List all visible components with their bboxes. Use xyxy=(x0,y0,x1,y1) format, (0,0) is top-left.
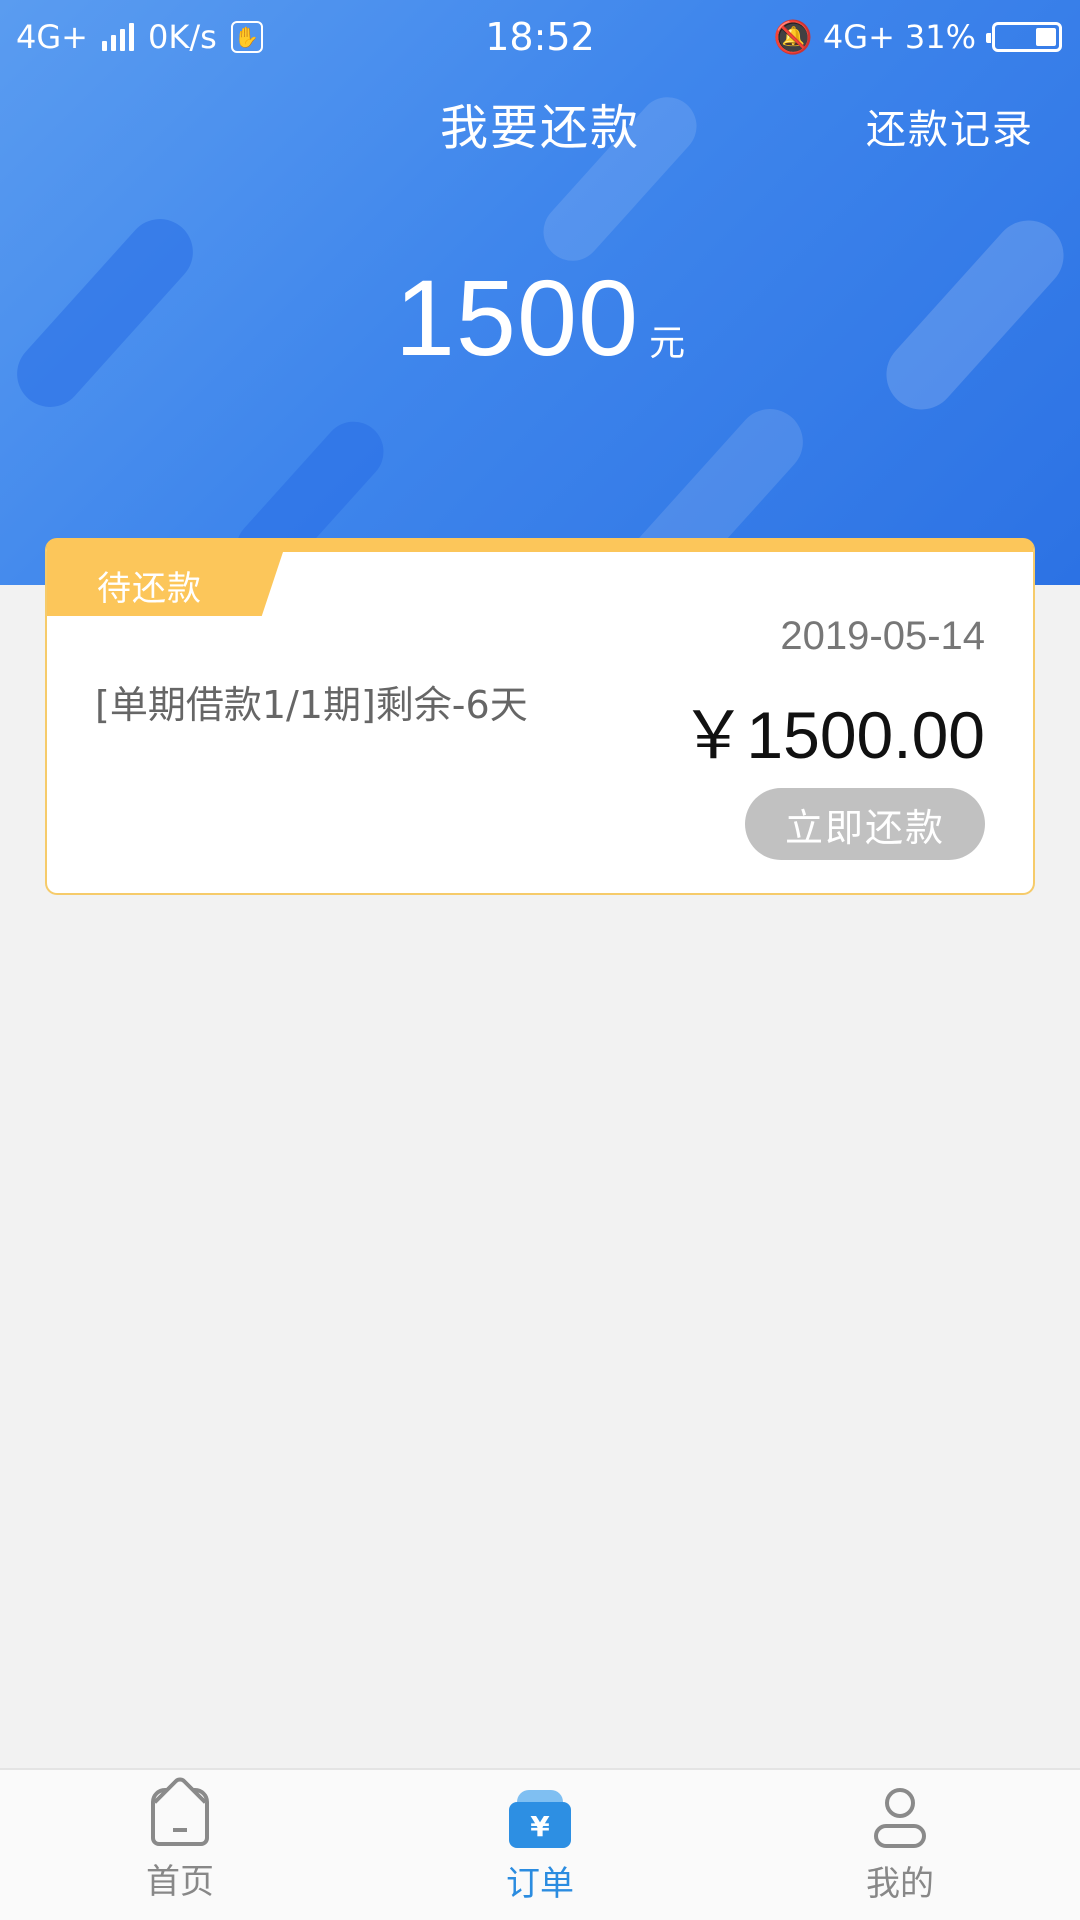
network-type-right: 4G+ xyxy=(822,18,895,56)
nav-item-orders[interactable]: ¥ 订单 xyxy=(360,1770,720,1920)
repayment-history-link[interactable]: 还款记录 xyxy=(866,97,1034,155)
total-amount: 1500 元 xyxy=(0,255,1080,380)
header-banner: 4G+ 0K/s ✋ 18:52 🔕 4G+ 31% 我要还款 还款记录 150… xyxy=(0,0,1080,585)
battery-percent: 31% xyxy=(904,18,976,56)
nav-label-mine: 我的 xyxy=(866,1864,934,1904)
home-icon xyxy=(149,1774,211,1848)
status-tag-label: 待还款 xyxy=(97,569,202,609)
repay-now-button[interactable]: 立即还款 xyxy=(745,788,985,860)
due-date: 2019-05-14 xyxy=(780,614,985,658)
repayment-card: 待还款 2019-05-14 [单期借款1/1期]剩余-6天 ￥1500.00 … xyxy=(45,538,1035,895)
nav-label-home: 首页 xyxy=(146,1862,214,1902)
bell-mute-icon: 🔕 xyxy=(773,18,813,56)
bottom-navigation: 首页 ¥ 订单 我的 xyxy=(0,1768,1080,1920)
total-amount-unit: 元 xyxy=(649,323,686,364)
loan-description: [单期借款1/1期]剩余-6天 xyxy=(95,683,528,727)
nav-item-mine[interactable]: 我的 xyxy=(720,1770,1080,1920)
repayment-screen: 4G+ 0K/s ✋ 18:52 🔕 4G+ 31% 我要还款 还款记录 150… xyxy=(0,0,1080,1920)
nav-label-orders: 订单 xyxy=(506,1864,574,1904)
status-bar: 4G+ 0K/s ✋ 18:52 🔕 4G+ 31% xyxy=(0,0,1080,74)
battery-icon xyxy=(986,22,1062,52)
repayment-amount: ￥1500.00 xyxy=(680,698,985,772)
total-amount-value: 1500 xyxy=(394,257,640,378)
user-icon xyxy=(870,1788,930,1850)
status-bar-right: 🔕 4G+ 31% xyxy=(773,18,1062,56)
nav-item-home[interactable]: 首页 xyxy=(0,1770,360,1920)
battery-fill xyxy=(1036,28,1056,46)
order-bag-icon: ¥ xyxy=(509,1788,571,1850)
